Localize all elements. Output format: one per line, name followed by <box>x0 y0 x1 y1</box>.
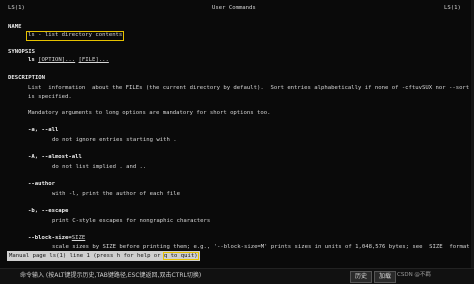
header-center: User Commands <box>212 5 256 11</box>
command-input[interactable]: 命令输入 (按ALT键提示历史,TAB键路径,ESC键返回,双击CTRL切换) <box>20 273 201 279</box>
option-desc: with -l, print the author of each file <box>52 191 180 197</box>
option-flag: -a, --all <box>28 127 59 133</box>
command-bar: 命令输入 (按ALT键提示历史,TAB键路径,ESC键返回,双击CTRL切换) … <box>0 268 474 284</box>
description-para1b: is specified. <box>28 94 72 100</box>
option-desc: do not ignore entries starting with . <box>52 137 177 143</box>
synopsis-heading: SYNOPSIS <box>8 49 35 55</box>
synopsis-cmd: ls <box>28 57 35 63</box>
option-desc: print C-style escapes for nongraphic cha… <box>52 218 211 224</box>
name-line: ls - list directory contents <box>25 31 125 41</box>
name-heading: NAME <box>8 24 22 30</box>
header-right: LS(1) <box>444 5 461 11</box>
pager-status-bar: Manual page ls(1) line 1 (press h for he… <box>7 251 200 261</box>
status-text: Manual page ls(1) line 1 (press h for he… <box>9 253 164 259</box>
option-flag: --author <box>28 181 55 187</box>
option-desc: do not list implied . and .. <box>52 164 147 170</box>
quit-hint: q to quit) <box>162 252 199 260</box>
watermark: CSDN @不羁 <box>397 272 431 278</box>
synopsis-option: [OPTION]... <box>38 57 76 63</box>
block-size-line: --block-size=SIZE <box>28 235 86 242</box>
block-size-desc: scale sizes by SIZE before printing them… <box>52 244 470 250</box>
synopsis-line: ls [OPTION]... [FILE]... <box>28 57 109 64</box>
description-para1: List information about the FILEs (the cu… <box>28 85 470 91</box>
option-flag: -A, --almost-all <box>28 154 82 160</box>
description-para2: Mandatory arguments to long options are … <box>28 110 271 116</box>
block-size-flag: --block-size= <box>28 235 72 241</box>
terminal-window: LS(1) User Commands LS(1) NAME ls - list… <box>0 0 474 268</box>
block-size-arg: SIZE <box>71 235 86 241</box>
header-left: LS(1) <box>8 5 25 11</box>
option-flag: -b, --escape <box>28 208 69 214</box>
description-heading: DESCRIPTION <box>8 75 46 81</box>
synopsis-file: [FILE]... <box>78 57 109 63</box>
load-button[interactable]: 加载 <box>374 271 397 283</box>
history-button[interactable]: 历史 <box>350 271 373 283</box>
